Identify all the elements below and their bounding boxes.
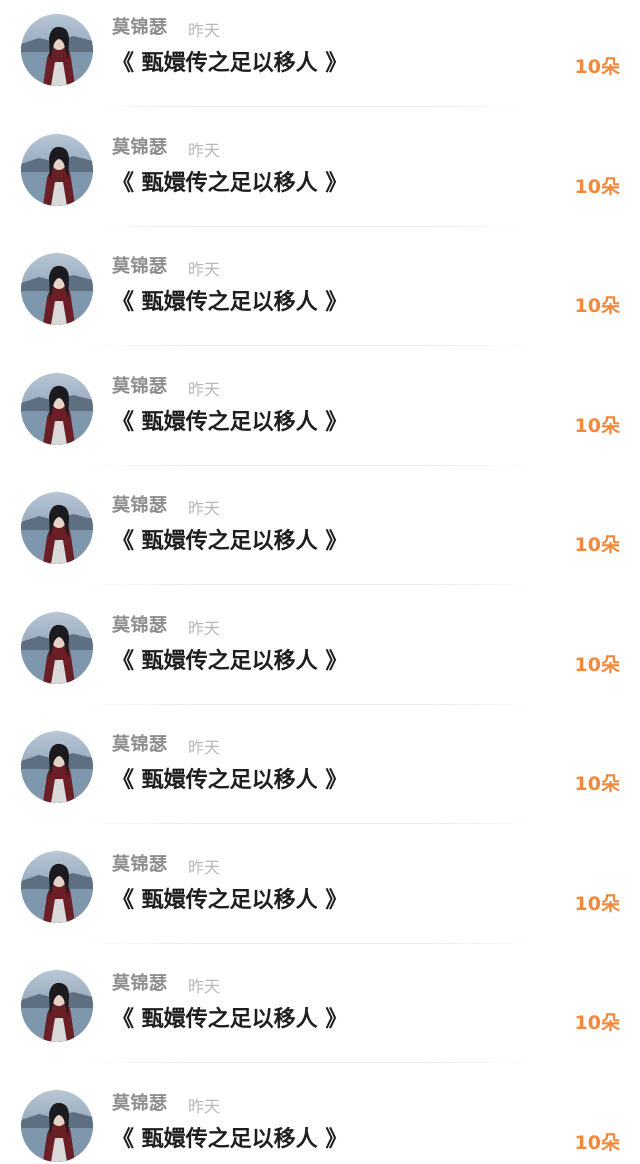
- gift-count: 10朵: [574, 414, 620, 437]
- user-avatar-icon: [21, 372, 93, 445]
- list-item[interactable]: 莫锦瑟 昨天 《 甄嬛传之足以移人 》 10朵: [0, 0, 640, 119]
- avatar[interactable]: [21, 133, 93, 206]
- item-title[interactable]: 《 甄嬛传之足以移人 》: [112, 1121, 347, 1153]
- item-title[interactable]: 《 甄嬛传之足以移人 》: [112, 523, 347, 555]
- gift-count: 10朵: [574, 534, 620, 556]
- divider: [80, 823, 540, 824]
- timestamp: 昨天: [188, 618, 221, 638]
- user-name[interactable]: 莫锦瑟: [112, 13, 168, 39]
- avatar[interactable]: [21, 731, 93, 803]
- item-title[interactable]: 《 甄嬛传之足以移人 》: [112, 1001, 347, 1033]
- user-avatar-icon: [21, 253, 93, 325]
- item-title[interactable]: 《 甄嬛传之足以移人 》: [112, 404, 347, 436]
- list-item[interactable]: 莫锦瑟 昨天 《 甄嬛传之足以移人 》 10朵: [0, 359, 640, 478]
- gift-count: 10朵: [574, 653, 620, 676]
- avatar[interactable]: [21, 970, 93, 1042]
- timestamp: 昨天: [188, 140, 221, 160]
- avatar[interactable]: [21, 1089, 93, 1162]
- user-name[interactable]: 莫锦瑟: [112, 850, 168, 876]
- user-name[interactable]: 莫锦瑟: [112, 133, 168, 159]
- avatar[interactable]: [21, 492, 93, 564]
- user-avatar-icon: [21, 133, 93, 206]
- user-avatar-icon: [21, 611, 93, 684]
- gift-count: 10朵: [574, 56, 620, 78]
- timestamp: 昨天: [188, 499, 221, 518]
- avatar[interactable]: [21, 372, 93, 445]
- item-title[interactable]: 《 甄嬛传之足以移人 》: [112, 165, 347, 197]
- list-item[interactable]: 莫锦瑟 昨天 《 甄嬛传之足以移人 》 10朵: [0, 1076, 640, 1164]
- divider: [80, 225, 540, 227]
- avatar[interactable]: [21, 611, 93, 684]
- divider: [80, 584, 540, 585]
- list-item[interactable]: 莫锦瑟 昨天 《 甄嬛传之足以移人 》 10朵: [0, 120, 640, 239]
- user-name[interactable]: 莫锦瑟: [112, 372, 168, 398]
- avatar[interactable]: [21, 850, 93, 923]
- list-item[interactable]: 莫锦瑟 昨天 《 甄嬛传之足以移人 》 10朵: [0, 837, 640, 956]
- gift-count: 10朵: [574, 892, 620, 915]
- divider: [80, 703, 540, 705]
- list-item[interactable]: 莫锦瑟 昨天 《 甄嬛传之足以移人 》 10朵: [0, 598, 640, 717]
- avatar[interactable]: [21, 14, 93, 86]
- list-item[interactable]: 莫锦瑟 昨天 《 甄嬛传之足以移人 》 10朵: [0, 956, 640, 1075]
- user-name[interactable]: 莫锦瑟: [112, 611, 168, 637]
- user-avatar-icon: [21, 970, 93, 1042]
- timestamp: 昨天: [188, 857, 221, 877]
- timestamp: 昨天: [188, 379, 221, 399]
- gift-count: 10朵: [574, 295, 620, 317]
- gift-record-list: 莫锦瑟 昨天 《 甄嬛传之足以移人 》 10朵 莫锦瑟 昨天 《 甄嬛传之足以移…: [0, 0, 640, 1164]
- item-title[interactable]: 《 甄嬛传之足以移人 》: [112, 284, 347, 316]
- timestamp: 昨天: [188, 21, 221, 40]
- timestamp: 昨天: [188, 1096, 221, 1116]
- divider: [80, 464, 540, 466]
- item-title[interactable]: 《 甄嬛传之足以移人 》: [112, 45, 347, 77]
- user-avatar-icon: [21, 731, 93, 803]
- list-item[interactable]: 莫锦瑟 昨天 《 甄嬛传之足以移人 》 10朵: [0, 239, 640, 358]
- gift-count: 10朵: [574, 773, 620, 795]
- user-name[interactable]: 莫锦瑟: [112, 491, 168, 517]
- user-avatar-icon: [21, 14, 93, 86]
- user-avatar-icon: [21, 850, 93, 923]
- item-title[interactable]: 《 甄嬛传之足以移人 》: [112, 882, 347, 914]
- list-item[interactable]: 莫锦瑟 昨天 《 甄嬛传之足以移人 》 10朵: [0, 478, 640, 597]
- gift-count: 10朵: [574, 1012, 620, 1034]
- timestamp: 昨天: [188, 260, 221, 279]
- timestamp: 昨天: [188, 738, 221, 757]
- user-avatar-icon: [21, 492, 93, 564]
- divider: [80, 942, 540, 944]
- user-name[interactable]: 莫锦瑟: [112, 1089, 168, 1115]
- item-title[interactable]: 《 甄嬛传之足以移人 》: [112, 762, 347, 794]
- avatar[interactable]: [21, 253, 93, 325]
- divider: [80, 345, 540, 346]
- gift-count: 10朵: [574, 175, 620, 198]
- timestamp: 昨天: [188, 977, 221, 996]
- item-title[interactable]: 《 甄嬛传之足以移人 》: [112, 643, 347, 675]
- gift-count: 10朵: [574, 1131, 620, 1154]
- user-name[interactable]: 莫锦瑟: [112, 252, 168, 278]
- list-item[interactable]: 莫锦瑟 昨天 《 甄嬛传之足以移人 》 10朵: [0, 717, 640, 836]
- user-name[interactable]: 莫锦瑟: [112, 730, 168, 756]
- divider: [80, 1062, 540, 1063]
- user-avatar-icon: [21, 1089, 93, 1162]
- divider: [80, 106, 540, 107]
- user-name[interactable]: 莫锦瑟: [112, 969, 168, 995]
